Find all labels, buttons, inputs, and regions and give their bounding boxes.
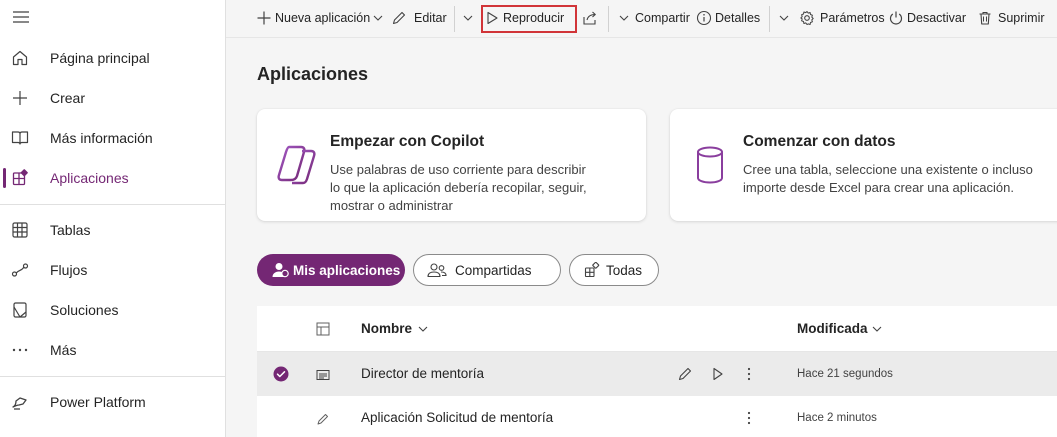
nav-item-more[interactable]: Más	[0, 330, 225, 370]
nav-item-label: Más	[50, 342, 77, 358]
settings-button[interactable]: Parámetros	[799, 7, 885, 29]
share-button[interactable]: Compartir	[618, 7, 690, 29]
trash-icon	[979, 11, 991, 25]
chevron-down-icon	[418, 326, 428, 332]
apps-icon	[12, 169, 28, 186]
pencil-icon	[392, 11, 406, 25]
edit-options-chevron[interactable]	[462, 7, 474, 29]
nav-item-tables[interactable]: Tablas	[0, 210, 225, 250]
table-header: Nombre Modificada	[257, 306, 1057, 352]
column-type-icon	[316, 322, 330, 336]
nav-item-learn[interactable]: Más información	[0, 118, 225, 158]
page-title: Aplicaciones	[257, 64, 369, 84]
share-arrow-icon	[583, 11, 596, 25]
chevron-down-icon	[619, 15, 629, 21]
chevron-down-icon	[779, 15, 789, 21]
filter-shared[interactable]: Compartidas	[413, 254, 561, 286]
column-header-modified[interactable]: Modificada	[797, 321, 883, 336]
nav-divider	[0, 376, 225, 377]
database-icon	[697, 146, 723, 184]
filter-all[interactable]: Todas	[569, 254, 659, 286]
nav-item-label: Tablas	[50, 222, 91, 238]
table-icon	[12, 222, 28, 238]
power-icon	[889, 11, 903, 25]
info-icon	[696, 10, 712, 26]
left-nav: Página principal Crear Más información A…	[0, 0, 226, 437]
card-title: Comenzar con datos	[743, 133, 896, 150]
filter-my-apps[interactable]: Mis aplicaciones	[257, 254, 405, 286]
solutions-icon	[13, 302, 27, 318]
nav-item-label: Aplicaciones	[50, 170, 129, 186]
people-icon	[427, 263, 447, 278]
more-options-icon[interactable]	[745, 366, 753, 382]
card-description: Use palabras de uso corriente para descr…	[330, 162, 587, 213]
toolbar-divider	[608, 6, 609, 32]
edit-button[interactable]: Editar	[391, 7, 447, 29]
play-icon	[487, 11, 498, 25]
hamburger-menu-icon[interactable]	[12, 9, 30, 25]
model-driven-app-icon	[316, 370, 330, 380]
person-icon	[272, 263, 289, 278]
plus-icon	[257, 11, 271, 25]
column-header-name[interactable]: Nombre	[361, 321, 429, 336]
nav-item-home[interactable]: Página principal	[0, 38, 225, 78]
apps-grid-icon	[584, 262, 600, 278]
nav-item-flows[interactable]: Flujos	[0, 250, 225, 290]
toolbar-divider	[454, 6, 455, 32]
delete-button[interactable]: Suprimir	[977, 7, 1045, 29]
apps-table: Nombre Modificada Director de mentoría H…	[257, 306, 1057, 437]
nav-item-label: Página principal	[50, 50, 150, 66]
active-indicator	[3, 168, 6, 188]
details-button[interactable]: Detalles	[696, 7, 760, 29]
selected-check-icon[interactable]	[273, 366, 289, 382]
nav-item-label: Flujos	[50, 262, 88, 278]
power-platform-icon	[12, 397, 27, 410]
nav-divider	[0, 204, 225, 205]
app-name[interactable]: Aplicación Solicitud de mentoría	[361, 410, 553, 425]
modified-time: Hace 21 segundos	[797, 368, 893, 380]
book-icon	[11, 131, 29, 145]
play-button[interactable]: Reproducir	[486, 7, 564, 29]
home-icon	[12, 50, 28, 66]
plus-icon	[13, 91, 27, 105]
chevron-down-icon	[463, 15, 473, 21]
nav-item-label: Power Platform	[50, 394, 146, 410]
chevron-down-icon	[373, 15, 383, 21]
more-commands-chevron[interactable]	[778, 7, 790, 29]
deactivate-button[interactable]: Desactivar	[888, 7, 966, 29]
pencil-icon[interactable]	[677, 366, 693, 382]
copilot-icon	[277, 145, 316, 185]
canvas-app-icon	[317, 414, 328, 425]
new-app-button[interactable]: Nueva aplicación	[256, 7, 384, 29]
play-icon[interactable]	[712, 367, 724, 381]
share-to-button[interactable]	[582, 7, 598, 29]
nav-item-apps[interactable]: Aplicaciones	[0, 158, 225, 198]
chevron-down-icon	[872, 326, 881, 332]
card-description: Cree una tabla, seleccione una existente…	[743, 162, 1033, 195]
nav-item-power-platform[interactable]: Power Platform	[0, 382, 225, 422]
nav-item-create[interactable]: Crear	[0, 78, 225, 118]
table-row[interactable]: Aplicación Solicitud de mentoría Hace 2 …	[257, 396, 1057, 437]
nav-item-solutions[interactable]: Soluciones	[0, 290, 225, 330]
nav-item-label: Soluciones	[50, 302, 119, 318]
table-row[interactable]: Director de mentoría Hace 21 segundos	[257, 352, 1057, 396]
flow-icon	[11, 263, 29, 277]
nav-item-label: Crear	[50, 90, 86, 106]
more-icon	[12, 348, 28, 352]
app-name[interactable]: Director de mentoría	[361, 366, 484, 381]
card-title: Empezar con Copilot	[330, 133, 485, 150]
toolbar-divider	[769, 6, 770, 32]
nav-item-label: Más información	[50, 130, 153, 146]
more-options-icon[interactable]	[745, 410, 753, 426]
gear-icon	[800, 11, 814, 25]
modified-time: Hace 2 minutos	[797, 412, 877, 424]
copilot-start-card[interactable]: Empezar con Copilot Use palabras de uso …	[257, 109, 646, 221]
start-with-data-card[interactable]: Comenzar con datos Cree una tabla, selec…	[670, 109, 1057, 221]
